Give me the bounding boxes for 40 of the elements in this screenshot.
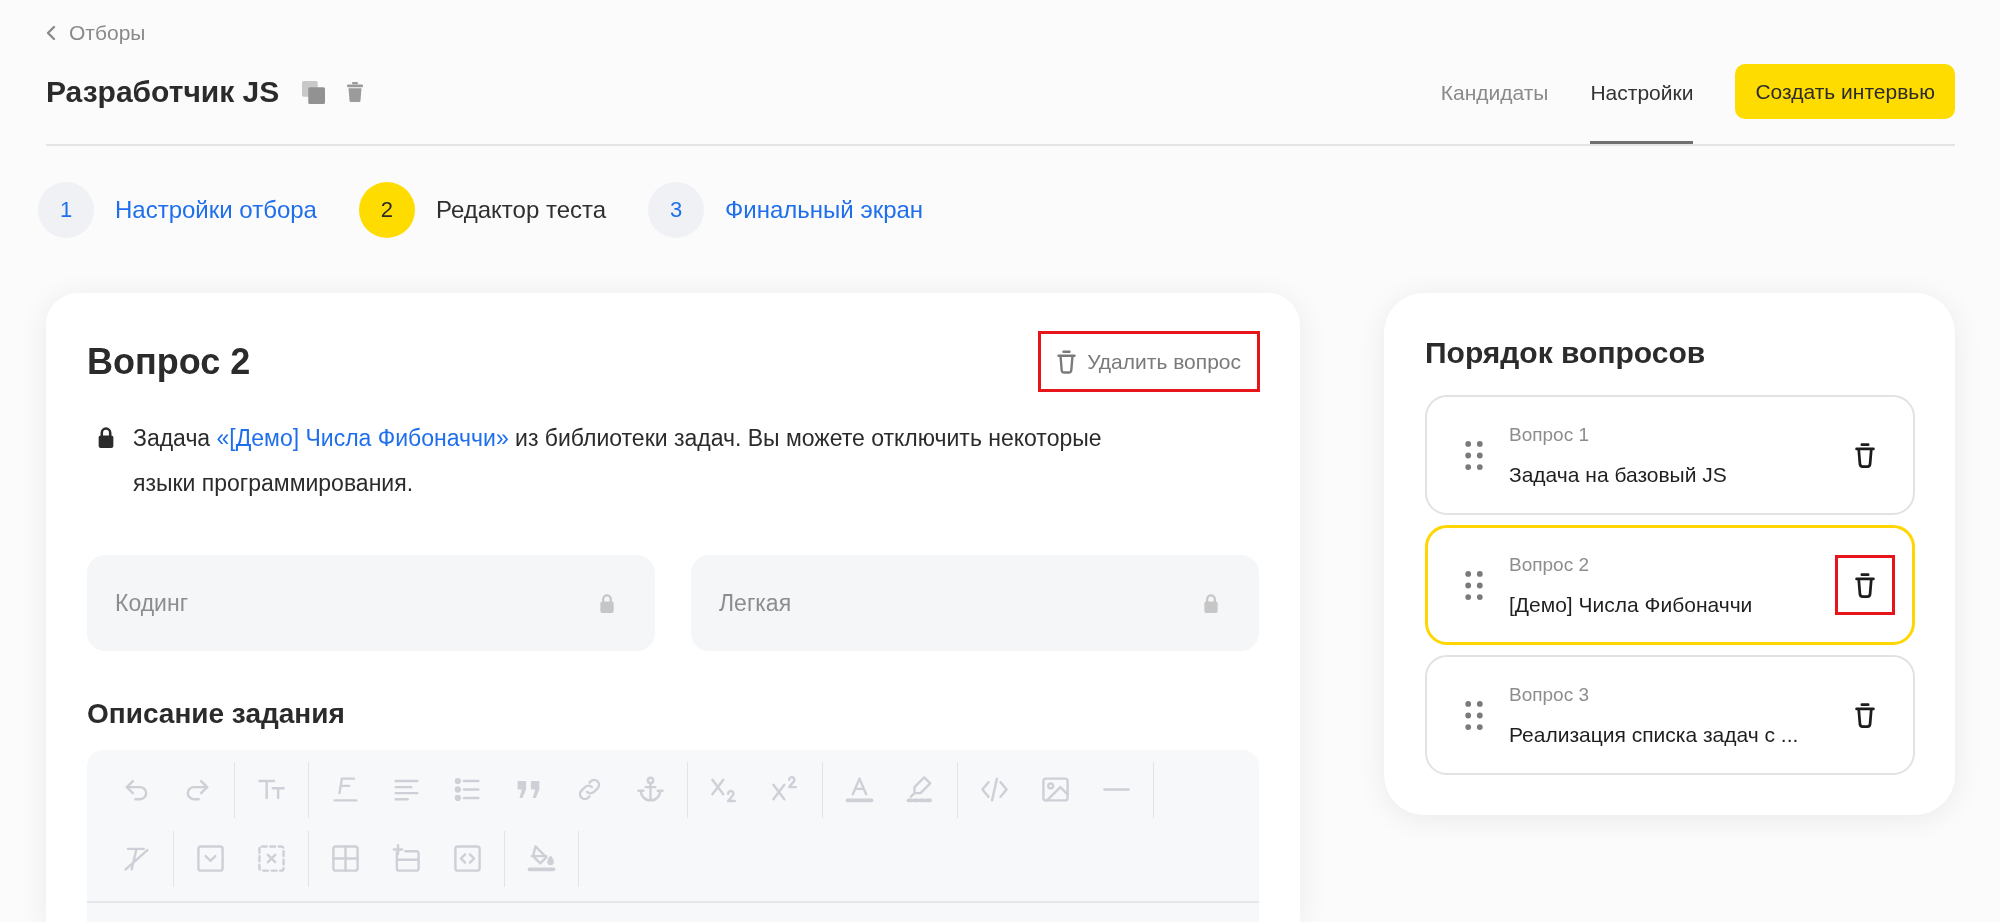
drag-handle-icon[interactable] <box>1465 440 1483 470</box>
drag-handle-icon[interactable] <box>1465 570 1483 600</box>
step-number: 2 <box>358 182 415 238</box>
delete-question-button[interactable]: Удалить вопрос <box>1038 331 1260 392</box>
notice-text: Задача «[Демо] Числа Фибоначчи» из библиотеки задач. Вы можете отключить некоторые языки программирования. <box>133 424 1103 498</box>
chevron-left-icon <box>46 25 56 41</box>
trash-icon <box>1057 349 1077 374</box>
drag-handle-icon[interactable] <box>1465 700 1483 730</box>
trash-icon <box>1855 442 1875 468</box>
question-number: Вопрос 2 <box>1509 553 1590 577</box>
tab[interactable]: Настройки <box>1590 58 1694 144</box>
create-interview-button[interactable]: Создать интервью <box>1735 64 1955 119</box>
tab[interactable]: Кандидаты <box>1440 58 1549 144</box>
question-number: Вопрос 1 <box>1509 423 1590 447</box>
back-link[interactable]: Отборы <box>46 21 146 45</box>
lock-icon <box>1203 593 1219 613</box>
question-item[interactable]: Вопрос 3 Реализация списка задач с ... <box>1425 655 1915 775</box>
question-name: Реализация списка задач с ... <box>1509 722 1800 748</box>
question-title: Вопрос 2 <box>87 339 251 384</box>
text-editor-field[interactable] <box>87 903 1259 922</box>
trash-icon[interactable] <box>347 82 364 102</box>
step-number: 3 <box>648 182 705 238</box>
lock-icon <box>599 593 615 613</box>
question-item[interactable]: Вопрос 1 Задача на базовый JS <box>1425 395 1915 515</box>
trash-icon <box>1855 572 1875 598</box>
question-name: [Демо] Числа Фибоначчи <box>1509 592 1754 618</box>
trash-icon <box>1855 702 1875 728</box>
panel-title: Порядок вопросов <box>1425 335 1707 371</box>
question-name: Задача на базовый JS <box>1509 462 1728 488</box>
section-heading: Описание задания <box>87 697 346 731</box>
question-number: Вопрос 3 <box>1509 683 1590 707</box>
step-link[interactable]: Настройки отбора <box>115 196 317 224</box>
step-number: 1 <box>38 182 94 238</box>
step-link[interactable]: Редактор теста <box>435 196 607 224</box>
task-link[interactable]: «[Демо] Числа Фибоначчи» <box>216 425 509 451</box>
question-item[interactable]: Вопрос 2 [Демо] Числа Фибоначчи <box>1425 525 1915 645</box>
delete-button[interactable] <box>1835 555 1895 615</box>
copy-icon[interactable] <box>302 80 326 104</box>
step-link[interactable]: Финальный экран <box>725 196 924 224</box>
page-title: Разработчик JS <box>46 74 280 110</box>
